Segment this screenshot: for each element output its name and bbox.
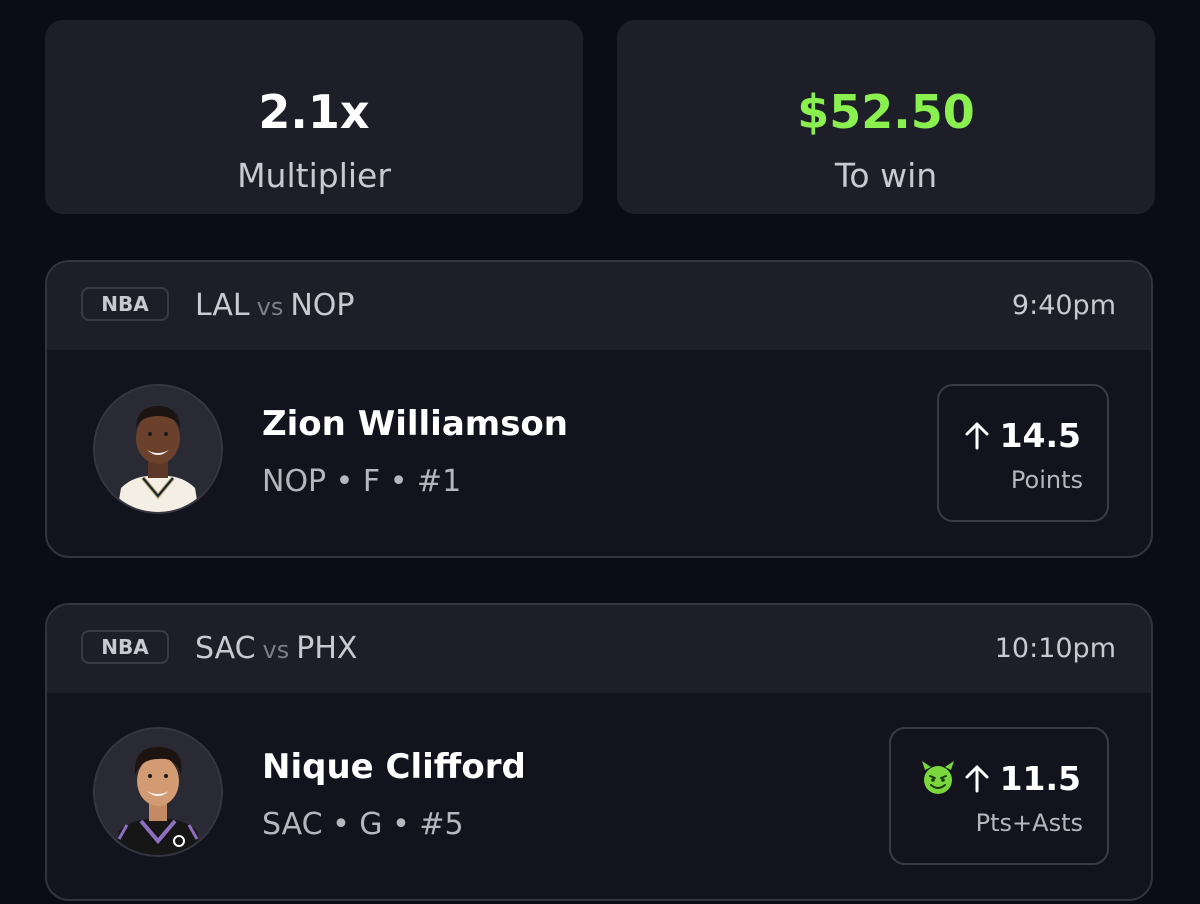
line-value: 14.5 — [999, 416, 1081, 455]
game-time: 9:40pm — [1011, 290, 1116, 321]
league-badge: NBA — [81, 287, 169, 321]
matchup: SAC vs PHX — [195, 629, 357, 670]
entry-summary-page: 2.1x Multiplier $52.50 To win NBA LAL vs N… — [0, 0, 1200, 904]
team-away: SAC — [195, 631, 256, 666]
player-avatar — [93, 727, 223, 857]
stat-type: Pts+Asts — [975, 809, 1083, 837]
pick-header: NBA SAC vs PHX 10:10pm — [47, 605, 1151, 693]
team-away: LAL — [195, 288, 250, 323]
line-value-row: 11.5 — [964, 757, 1081, 801]
league-badge: NBA — [81, 630, 169, 664]
to-win-value: $52.50 — [797, 85, 975, 139]
matchup: LAL vs NOP — [195, 286, 355, 327]
pick-header: NBA LAL vs NOP 9:40pm — [47, 262, 1151, 350]
multiplier-label: Multiplier — [237, 156, 391, 195]
to-win-label: To win — [834, 156, 938, 195]
line-value: 11.5 — [999, 759, 1081, 798]
arrow-up-icon — [965, 422, 989, 450]
multiplier-value: 2.1x — [258, 85, 370, 139]
over-line-button[interactable]: 11.5 Pts+Asts — [889, 727, 1109, 865]
player-meta: SAC • G • #5 — [262, 807, 464, 842]
player-meta: NOP • F • #1 — [262, 464, 462, 499]
arrow-up-icon — [965, 765, 989, 793]
player-avatar — [93, 384, 223, 514]
team-home: NOP — [290, 288, 355, 323]
vs-label: vs — [262, 636, 290, 664]
team-home: PHX — [296, 631, 358, 666]
line-value-row: 14.5 — [964, 414, 1081, 458]
demon-icon — [922, 761, 954, 794]
pick-card[interactable]: NBA LAL vs NOP 9:40pm Zion Williamson NO… — [45, 260, 1153, 558]
vs-label: vs — [256, 293, 284, 321]
over-line-button[interactable]: 14.5 Points — [937, 384, 1109, 522]
game-time: 10:10pm — [994, 633, 1116, 664]
multiplier-card: 2.1x Multiplier — [45, 20, 583, 214]
player-name: Nique Clifford — [262, 747, 526, 787]
to-win-card: $52.50 To win — [617, 20, 1155, 214]
stat-type: Points — [1010, 466, 1083, 494]
player-name: Zion Williamson — [262, 404, 568, 444]
pick-card[interactable]: NBA SAC vs PHX 10:10pm Nique Clifford SA… — [45, 603, 1153, 901]
